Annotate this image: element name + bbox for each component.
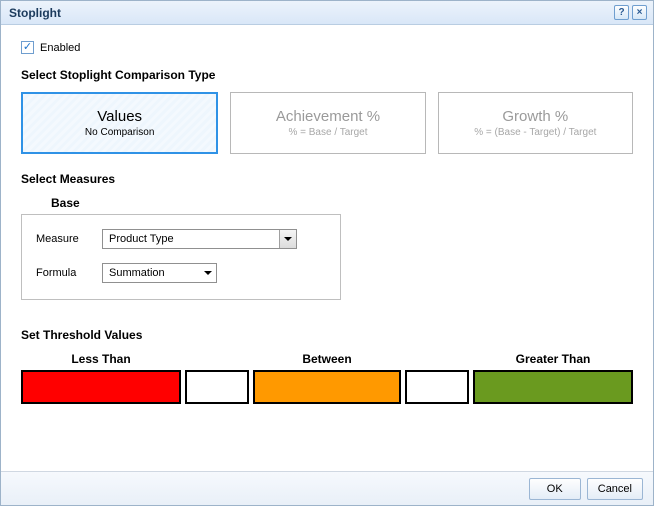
type-card-values-title: Values [97, 108, 142, 125]
titlebar: Stoplight ? × [1, 1, 653, 25]
chevron-down-icon [199, 264, 216, 282]
measure-select[interactable]: Product Type [102, 229, 297, 249]
threshold-headers: Less Than Between Greater Than [21, 352, 633, 366]
ok-button[interactable]: OK [529, 478, 581, 500]
greater-than-color-swatch[interactable] [473, 370, 633, 404]
dialog-footer: OK Cancel [1, 471, 653, 505]
measure-row: Measure Product Type [36, 229, 328, 249]
type-card-achievement-subtitle: % = Base / Target [288, 127, 367, 138]
greater-than-label: Greater Than [473, 352, 633, 366]
low-threshold-input[interactable] [185, 370, 249, 404]
enabled-label: Enabled [40, 42, 80, 54]
formula-select-text: Summation [103, 267, 199, 279]
type-card-growth-title: Growth % [502, 108, 568, 125]
window-title: Stoplight [9, 6, 614, 20]
type-card-values[interactable]: Values No Comparison [21, 92, 218, 154]
enabled-checkbox[interactable]: ✓ [21, 41, 34, 54]
less-than-color-swatch[interactable] [21, 370, 181, 404]
less-than-label: Less Than [21, 352, 181, 366]
type-card-growth[interactable]: Growth % % = (Base - Target) / Target [438, 92, 633, 154]
titlebar-buttons: ? × [614, 5, 647, 20]
high-threshold-input[interactable] [405, 370, 469, 404]
enabled-row: ✓ Enabled [21, 41, 633, 54]
between-color-swatch[interactable] [253, 370, 401, 404]
base-panel: Measure Product Type Formula Summation [21, 214, 341, 300]
dialog-content: ✓ Enabled Select Stoplight Comparison Ty… [1, 25, 653, 471]
help-icon[interactable]: ? [614, 5, 629, 20]
formula-row: Formula Summation [36, 263, 328, 283]
threshold-row [21, 370, 633, 404]
base-heading: Base [51, 196, 633, 210]
stoplight-dialog: Stoplight ? × ✓ Enabled Select Stoplight… [0, 0, 654, 506]
type-card-achievement-title: Achievement % [276, 108, 380, 125]
between-label: Between [249, 352, 405, 366]
select-measures-heading: Select Measures [21, 172, 633, 186]
formula-label: Formula [36, 267, 88, 279]
chevron-down-icon [279, 230, 296, 248]
cancel-button[interactable]: Cancel [587, 478, 643, 500]
measure-label: Measure [36, 233, 88, 245]
formula-select[interactable]: Summation [102, 263, 217, 283]
comparison-type-options: Values No Comparison Achievement % % = B… [21, 92, 633, 154]
type-card-achievement[interactable]: Achievement % % = Base / Target [230, 92, 425, 154]
threshold-heading: Set Threshold Values [21, 328, 633, 342]
close-icon[interactable]: × [632, 5, 647, 20]
measure-select-text: Product Type [103, 233, 279, 245]
type-card-values-subtitle: No Comparison [85, 127, 154, 138]
comparison-type-heading: Select Stoplight Comparison Type [21, 68, 633, 82]
type-card-growth-subtitle: % = (Base - Target) / Target [474, 127, 596, 138]
